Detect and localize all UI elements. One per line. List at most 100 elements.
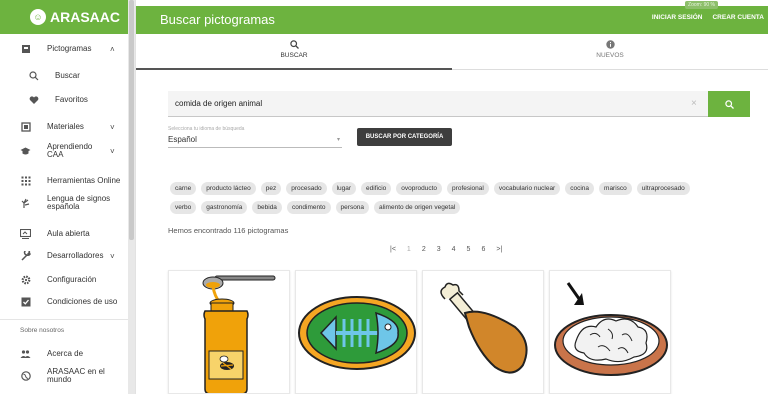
keyword-chip[interactable]: condimento <box>286 201 331 214</box>
tab-nuevos[interactable]: NUEVOS <box>452 34 768 70</box>
chip-row-1: carne producto lácteo pez procesado luga… <box>170 182 690 195</box>
last-page-button[interactable]: >| <box>496 246 502 253</box>
page-button[interactable]: 5 <box>467 246 471 253</box>
sidebar-item-buscar[interactable]: Buscar <box>0 70 128 82</box>
sidebar-item-desarrolladores[interactable]: Desarrolladores ˅ <box>0 250 128 262</box>
account-links: INICIAR SESIÓN CREAR CUENTA <box>652 14 764 21</box>
keyword-chip[interactable]: ultraprocesado <box>636 182 690 195</box>
sidebar-item-aula-abierta[interactable]: Aula abierta <box>0 228 128 240</box>
sign-language-icon <box>20 198 31 209</box>
keyword-chip[interactable]: marisco <box>599 182 632 195</box>
pictogram-card[interactable] <box>295 270 417 394</box>
register-link[interactable]: CREAR CUENTA <box>712 14 764 21</box>
login-link[interactable]: INICIAR SESIÓN <box>652 14 703 21</box>
keyword-chip[interactable]: lugar <box>331 182 357 195</box>
wrench-icon <box>20 251 31 262</box>
keyword-chip[interactable]: cocina <box>565 182 595 195</box>
pictogram-card[interactable] <box>422 270 544 394</box>
sidebar-item-acerca-de[interactable]: Acerca de <box>0 348 128 360</box>
chevron-down-icon: ˅ <box>110 146 115 156</box>
search-button[interactable] <box>708 91 750 117</box>
people-icon <box>20 349 31 360</box>
sidebar-item-condiciones-de-uso[interactable]: Condiciones de uso <box>0 296 128 308</box>
pagination: |< 1 2 3 4 5 6 >| <box>390 246 502 253</box>
keyword-chip[interactable]: gastronomía <box>201 201 248 214</box>
info-icon <box>452 40 768 52</box>
dropdown-caret-icon: ▾ <box>336 137 340 143</box>
first-page-button[interactable]: |< <box>390 246 396 253</box>
sidebar-item-label: Acerca de <box>47 349 84 358</box>
search-icon <box>724 99 734 109</box>
tab-label: BUSCAR <box>280 52 308 59</box>
result-count: Hemos encontrado 116 pictogramas <box>168 226 289 235</box>
honey-pictogram <box>202 275 276 393</box>
chip-row-2: verbo gastronomía bebida condimento pers… <box>170 201 461 214</box>
tab-buscar[interactable]: BUSCAR <box>136 34 452 70</box>
keyword-chip[interactable]: verbo <box>170 201 197 214</box>
keyword-chip[interactable]: ovoproducto <box>396 182 443 195</box>
page-button[interactable]: 3 <box>437 246 441 253</box>
chicken-leg-pictogram <box>440 282 528 374</box>
page-title: Buscar pictogramas <box>160 12 275 27</box>
chevron-down-icon: ˅ <box>110 122 115 132</box>
pictogram-card[interactable] <box>549 270 671 394</box>
keyword-chip[interactable]: vocabulario nuclear <box>493 182 561 195</box>
keyword-chip[interactable]: edificio <box>361 182 392 195</box>
search-input[interactable] <box>168 91 708 117</box>
classroom-icon <box>20 229 31 240</box>
gear-icon <box>20 275 31 286</box>
sidebar-item-label: Herramientas Online <box>47 176 121 185</box>
arasaac-logo-icon: ☺ <box>30 9 46 25</box>
language-select-label: Selecciona tu idioma de búsqueda <box>168 126 245 132</box>
pictogram-card[interactable] <box>168 270 290 394</box>
page-button-current[interactable]: 1 <box>407 246 411 253</box>
keyword-chip[interactable]: profesional <box>447 182 489 195</box>
tab-label: NUEVOS <box>596 52 624 59</box>
sidebar-item-label: Desarrolladores <box>47 251 104 260</box>
sidebar: ☺ ARASAAC Pictogramas ˄ Buscar Favoritos <box>0 0 136 394</box>
page-button[interactable]: 6 <box>481 246 485 253</box>
language-select[interactable]: Selecciona tu idioma de búsqueda Español… <box>168 126 342 148</box>
keyword-chip[interactable]: persona <box>335 201 370 214</box>
clear-icon[interactable]: × <box>691 98 697 109</box>
language-select-value: Español <box>168 135 197 144</box>
sidebar-item-label: Pictogramas <box>47 44 92 53</box>
sidebar-item-pictogramas[interactable]: Pictogramas ˄ <box>0 42 128 56</box>
top-bar: Buscar pictogramas Zoom: 90 % INICIAR SE… <box>136 1 768 34</box>
materials-icon <box>20 122 31 133</box>
sidebar-item-label: Configuración <box>47 275 97 284</box>
category-search-button[interactable]: BUSCAR POR CATEGORÍA <box>357 128 452 146</box>
keyword-chip[interactable]: bebida <box>252 201 282 214</box>
chevron-up-icon: ˄ <box>110 44 115 54</box>
sidebar-item-lengua-de-signos[interactable]: Lengua de signos española <box>0 194 128 212</box>
keyword-chip[interactable]: procesado <box>286 182 327 195</box>
sidebar-item-aprendiendo-caa[interactable]: Aprendiendo CAA ˅ <box>0 142 128 160</box>
graduation-cap-icon <box>20 146 31 157</box>
keyword-chip[interactable]: carne <box>170 182 197 195</box>
search-bar: × <box>168 91 750 117</box>
search-icon <box>136 40 452 52</box>
apps-grid-icon <box>20 176 31 187</box>
page-button[interactable]: 2 <box>422 246 426 253</box>
sidebar-item-label: Buscar <box>55 71 80 80</box>
sidebar-scrollbar-thumb[interactable] <box>129 0 134 240</box>
keyword-chip[interactable]: pez <box>260 182 282 195</box>
sidebar-item-configuracion[interactable]: Configuración <box>0 274 128 286</box>
sidebar-item-label: ARASAAC en el mundo <box>47 367 105 384</box>
sidebar-item-materiales[interactable]: Materiales ˅ <box>0 121 128 133</box>
logo-text: ARASAAC <box>50 9 120 25</box>
sidebar-item-label: Favoritos <box>55 95 88 104</box>
page-button[interactable]: 4 <box>452 246 456 253</box>
logo[interactable]: ☺ ARASAAC <box>0 0 135 34</box>
checkbox-icon <box>20 297 31 308</box>
sidebar-item-label: Lengua de signos española <box>47 194 111 211</box>
sidebar-item-herramientas-online[interactable]: Herramientas Online <box>0 175 128 187</box>
sidebar-item-label: Aprendiendo CAA <box>47 142 93 159</box>
heart-icon <box>28 95 39 106</box>
keyword-chip[interactable]: alimento de origen vegetal <box>374 201 461 214</box>
keyword-chip[interactable]: producto lácteo <box>201 182 256 195</box>
sidebar-item-label: Materiales <box>47 122 84 131</box>
plate-of-food-pictogram <box>554 282 668 376</box>
sidebar-item-arasaac-en-el-mundo[interactable]: ARASAAC en el mundo <box>0 367 128 385</box>
sidebar-item-favoritos[interactable]: Favoritos <box>0 94 128 106</box>
